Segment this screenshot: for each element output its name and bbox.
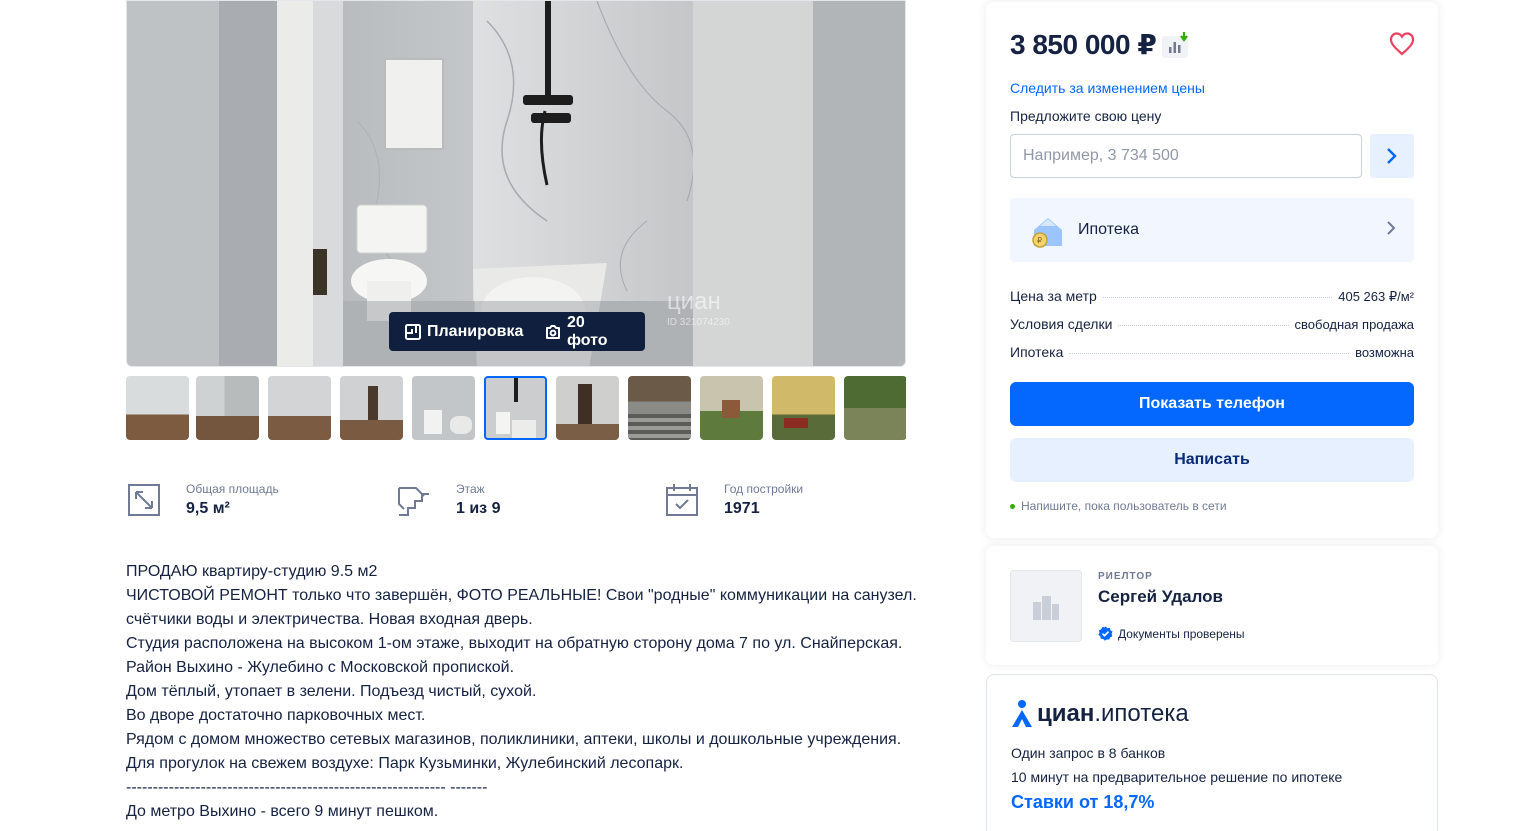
fact-label: Общая площадь <box>186 482 279 496</box>
offer-price-input[interactable] <box>1010 134 1362 178</box>
cian-ipoteka-card[interactable]: циан.ипотека Один запрос в 8 банков 10 м… <box>986 674 1438 831</box>
info-row-mortgage: Ипотека возможна <box>1010 344 1414 360</box>
building-icon <box>1033 596 1059 620</box>
avatar <box>1010 570 1082 642</box>
thumbnail[interactable] <box>844 376 906 440</box>
thumbnail[interactable] <box>412 376 475 440</box>
thumbnail[interactable] <box>126 376 189 440</box>
area-icon <box>128 484 160 516</box>
agent-card[interactable]: РИЕЛТОР Сергей Удалов Документы проверен… <box>986 546 1438 665</box>
price-card: 3 850 000 ₽ Следить за изменением цены П… <box>986 2 1438 538</box>
info-label: Ипотека <box>1010 344 1064 360</box>
info-row-price-per-meter: Цена за метр 405 263 ₽/м² <box>1010 288 1414 305</box>
info-row-deal-terms: Условия сделки свободная продажа <box>1010 316 1414 332</box>
ipoteka-line-banks: Один запрос в 8 банков <box>1011 745 1166 761</box>
house-coin-icon: ₽ <box>1032 218 1062 248</box>
fact-year: Год постройки 1971 <box>664 482 803 518</box>
online-text: Напишите, пока пользователь в сети <box>1021 499 1227 513</box>
photo-controls: Планировка 20 фото <box>389 312 645 351</box>
price-history-icon[interactable] <box>1162 32 1190 58</box>
description-text: ПРОДАЮ квартиру-студию 9.5 м2 ЧИСТОВОЙ Р… <box>126 563 917 820</box>
thumbnail[interactable] <box>484 376 547 440</box>
info-value: возможна <box>1355 345 1414 360</box>
fact-label: Этаж <box>456 482 485 496</box>
submit-offer-button[interactable] <box>1370 134 1414 178</box>
write-message-button[interactable]: Написать <box>1010 438 1414 482</box>
photos-button[interactable]: 20 фото <box>529 312 645 351</box>
calendar-icon <box>666 484 698 516</box>
thumbnail[interactable] <box>772 376 835 440</box>
fact-value: 1 из 9 <box>456 500 501 517</box>
info-value: свободная продажа <box>1294 317 1414 332</box>
logo-light-text: .ипотека <box>1094 700 1189 727</box>
mortgage-label: Ипотека <box>1078 221 1140 238</box>
agent-role: РИЕЛТОР <box>1098 571 1153 582</box>
fact-label: Год постройки <box>724 482 804 496</box>
floorplan-icon <box>405 323 421 340</box>
logo-bold-text: циан <box>1037 700 1095 727</box>
chevron-right-icon <box>1387 221 1396 235</box>
verified-badge-icon <box>1098 626 1113 641</box>
info-label: Цена за метр <box>1010 288 1097 304</box>
thumbnail[interactable] <box>700 376 763 440</box>
docs-verified: Документы проверены <box>1098 626 1245 641</box>
show-phone-button[interactable]: Показать телефон <box>1010 382 1414 426</box>
mortgage-row[interactable]: ₽ Ипотека <box>1010 198 1414 262</box>
thumbnail[interactable] <box>628 376 691 440</box>
fact-floor: Этаж 1 из 9 <box>396 482 500 518</box>
thumbnail[interactable] <box>268 376 331 440</box>
thumbnail[interactable] <box>340 376 403 440</box>
online-status: Напишите, пока пользователь в сети <box>1010 499 1227 513</box>
heart-icon[interactable] <box>1388 30 1416 58</box>
camera-icon <box>546 324 560 339</box>
ipoteka-line-decision: 10 минут на предварительное решение по и… <box>1011 769 1343 785</box>
fact-area: Общая площадь 9,5 м² <box>126 482 279 518</box>
thumbnail-strip <box>126 376 906 440</box>
plan-label: Планировка <box>427 322 524 340</box>
svg-text:₽: ₽ <box>1037 236 1042 245</box>
plan-button[interactable]: Планировка <box>389 312 529 351</box>
info-label: Условия сделки <box>1010 316 1113 332</box>
thumbnail[interactable] <box>196 376 259 440</box>
online-dot-icon <box>1010 503 1015 509</box>
fact-value: 1971 <box>724 500 760 517</box>
main-photo[interactable]: циан ID 321074230 Планировка 20 фото <box>126 0 906 367</box>
thumbnail[interactable] <box>556 376 619 440</box>
cian-logo-icon <box>1012 700 1032 727</box>
stairs-icon <box>398 487 429 516</box>
agent-name[interactable]: Сергей Удалов <box>1098 587 1223 607</box>
offer-label: Предложите свою цену <box>1010 108 1162 124</box>
watermark: циан <box>667 288 721 315</box>
price: 3 850 000 ₽ <box>1010 29 1157 60</box>
ipoteka-rates-link[interactable]: Ставки от 18,7% <box>1011 792 1154 813</box>
info-value: 405 263 ₽/м² <box>1338 289 1414 304</box>
fact-value: 9,5 м² <box>186 500 230 517</box>
watermark-id: ID 321074230 <box>667 317 730 328</box>
docs-verified-text: Документы проверены <box>1118 626 1245 641</box>
chevron-right-icon <box>1387 148 1397 164</box>
photos-count: 20 фото <box>567 313 608 349</box>
cian-ipoteka-logo: циан.ипотека <box>1011 699 1189 729</box>
watch-price-link[interactable]: Следить за изменением цены <box>1010 80 1205 96</box>
